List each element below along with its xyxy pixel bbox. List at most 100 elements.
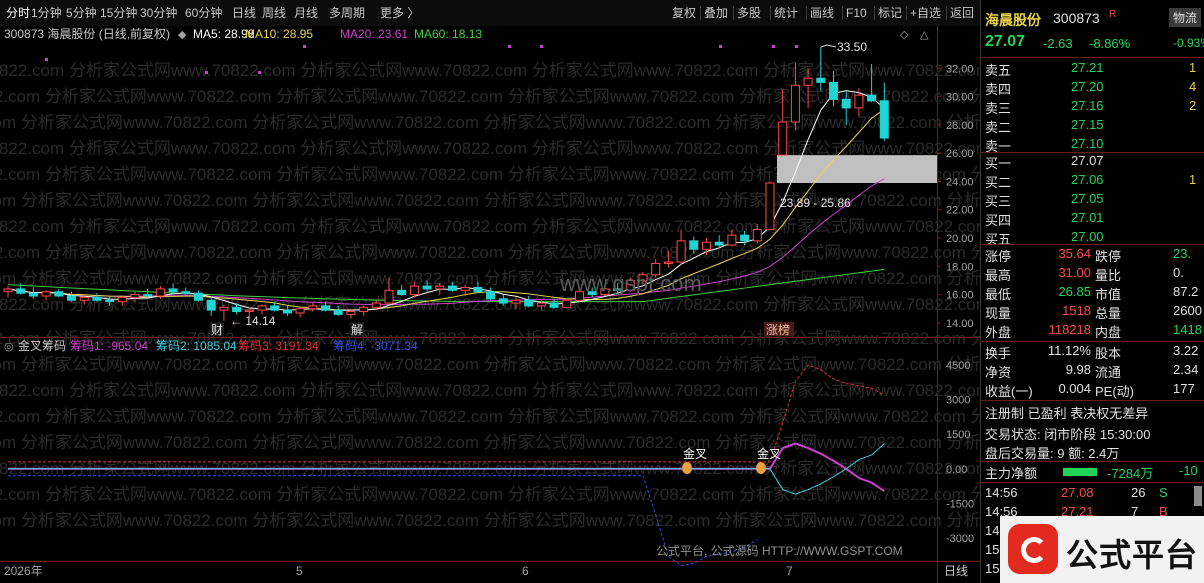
candle-body: [105, 299, 115, 303]
sector-button[interactable]: 物流: [1169, 8, 1202, 27]
divider: [981, 57, 1204, 58]
price-axis-label: 32.00: [946, 63, 974, 75]
collapse-icon[interactable]: △: [920, 29, 929, 41]
indicator-header-c3: 筹码3: 3191.34: [238, 339, 319, 353]
bid-price: 27.01: [1071, 210, 1104, 225]
candle-body: [854, 94, 864, 109]
watermark-text: 70822.com 分析家公式网www.70822.com 分析家公式网www.…: [0, 485, 980, 504]
time-axis-label: 5: [296, 564, 303, 578]
stat-value: 2.34: [1173, 362, 1199, 377]
candle-body: [333, 309, 343, 315]
kline-header-ma20: MA20: 23.61: [340, 27, 408, 41]
toolbar-divider: [806, 6, 807, 20]
tool-button-6[interactable]: 标记: [878, 5, 902, 21]
ask-price: 27.21: [1071, 60, 1104, 75]
stat-value: 31.00: [1058, 265, 1091, 280]
period-tab-7[interactable]: 周线: [262, 5, 286, 21]
watermark-text: 70822.com 分析家公式网www.70822.com 分析家公式网www.…: [0, 113, 980, 132]
tool-button-8[interactable]: 返回: [950, 5, 974, 21]
stat-label: 总量: [1095, 306, 1122, 321]
period-tab-4[interactable]: 30分钟: [140, 5, 177, 21]
r-badge: R: [1109, 9, 1117, 20]
tool-button-1[interactable]: 叠加: [704, 5, 728, 21]
tool-button-2[interactable]: 多股: [737, 5, 761, 21]
price-axis-label: 16.00: [946, 290, 974, 302]
toolbar-divider: [874, 6, 875, 20]
sector-change: -0.93%: [1173, 36, 1204, 50]
candle-body: [663, 261, 673, 264]
period-tab-6[interactable]: 日线: [232, 5, 256, 21]
candle-body: [498, 298, 508, 304]
period-tab-3[interactable]: 15分钟: [100, 5, 137, 21]
tick-scrollbar[interactable]: [1194, 486, 1202, 506]
ask-label: 卖四: [985, 82, 1012, 97]
candle-body: [867, 94, 877, 102]
stat-value: 3.22: [1173, 343, 1199, 358]
gap-label: 23.89 - 25.86: [780, 196, 851, 210]
candle-body: [194, 292, 203, 301]
tool-button-7[interactable]: +自选: [910, 5, 941, 21]
bid-price: 27.00: [1071, 229, 1104, 244]
ask-price: 27.15: [1071, 117, 1104, 132]
stat-value: 0.: [1173, 265, 1184, 280]
period-toolbar: 分时 1分钟 5分钟 15分钟 30分钟 60分钟 日线 周线 月线 多周期 更多 〉 复权 叠加 多股统…: [0, 0, 980, 27]
watermark-text: 70822.com 分析家公式网www.70822.com 分析家公式网www.…: [0, 511, 980, 530]
candle-body: [816, 77, 826, 83]
watermark-text: 70822.com 分析家公式网www.70822.com 分析家公式网www.…: [0, 381, 980, 400]
ask-price: 27.20: [1071, 79, 1104, 94]
site-watermark: www.gspt.com: [559, 271, 702, 296]
period-tab-9[interactable]: 多周期: [329, 5, 365, 21]
indicator-axis-label: 4500: [946, 360, 970, 372]
after-hours-volume: 盘后交易量: 9 额: 2.4万: [985, 446, 1120, 461]
chart-area: 70822.com 分析家公式网www.70822.com 分析家公式网www.…: [0, 26, 980, 583]
ask-label: 卖二: [985, 120, 1012, 135]
candle-body: [727, 234, 737, 246]
stat-value: 87.2: [1173, 284, 1199, 299]
kline-header-code_name: 300873 海晨股份 (日线,前复权): [4, 26, 170, 41]
kline-header-ma10: MA10: 28.95: [245, 27, 313, 41]
indicator-settings-icon[interactable]: ◎: [4, 341, 14, 353]
stock-tags: 注册制 已盈利 表决权无差异: [985, 406, 1149, 421]
candle-body: [790, 84, 800, 123]
indicator-header-c1: 筹码1: -965.04: [70, 339, 148, 353]
period-tab-5[interactable]: 60分钟: [185, 5, 222, 21]
period-tab-0[interactable]: 分时: [6, 5, 30, 21]
tool-button-0[interactable]: 复权: [672, 5, 696, 21]
price-change: -2.63: [1043, 36, 1073, 51]
period-tab-10[interactable]: 更多 〉: [380, 5, 419, 21]
period-tab-1[interactable]: 1分钟: [31, 5, 62, 21]
chevron-icon[interactable]: ◆: [178, 29, 187, 41]
tick-time: 14:56: [985, 485, 1018, 500]
signal-dot: [508, 45, 511, 48]
candle-body: [371, 302, 381, 308]
tool-button-3[interactable]: 统计: [774, 5, 798, 21]
stat-label: 股本: [1095, 346, 1122, 361]
stat-value: 118218: [1048, 322, 1091, 337]
golden-cross-label: 金叉: [683, 446, 707, 461]
candle-body: [829, 81, 838, 100]
period-tab-8[interactable]: 月线: [294, 5, 318, 21]
period-tab-2[interactable]: 5分钟: [66, 5, 97, 21]
candle-body: [740, 234, 750, 242]
tool-button-5[interactable]: F10: [846, 5, 867, 21]
hand-pointer-icon: [756, 462, 766, 474]
signal-dot: [795, 45, 798, 48]
limitup-event-label: 涨榜: [766, 322, 790, 337]
tool-button-4[interactable]: 画线: [810, 5, 834, 21]
stat-label: 外盘: [985, 325, 1012, 340]
period-label[interactable]: 日线: [944, 564, 968, 578]
main-flow-label: 主力净额: [985, 466, 1038, 481]
indicator-axis-label: 3000: [946, 395, 970, 407]
divider: [981, 341, 1204, 342]
diamond-icon[interactable]: ◇: [900, 29, 909, 41]
stat-value: 1418: [1173, 322, 1202, 337]
footer-watermark: 公式平台, 公式源码 HTTP://WWW.GSPT.COM: [656, 543, 903, 558]
price-axis-label: 28.00: [946, 120, 974, 132]
signal-dot: [303, 45, 306, 48]
signal-dot: [540, 45, 543, 48]
watermark-text: 70822.com 分析家公式网www.70822.com 分析家公式网www.…: [0, 243, 980, 262]
gap-band: [777, 155, 937, 183]
candle-body: [511, 299, 521, 304]
candle-body: [79, 296, 89, 301]
candle-body: [295, 308, 305, 314]
